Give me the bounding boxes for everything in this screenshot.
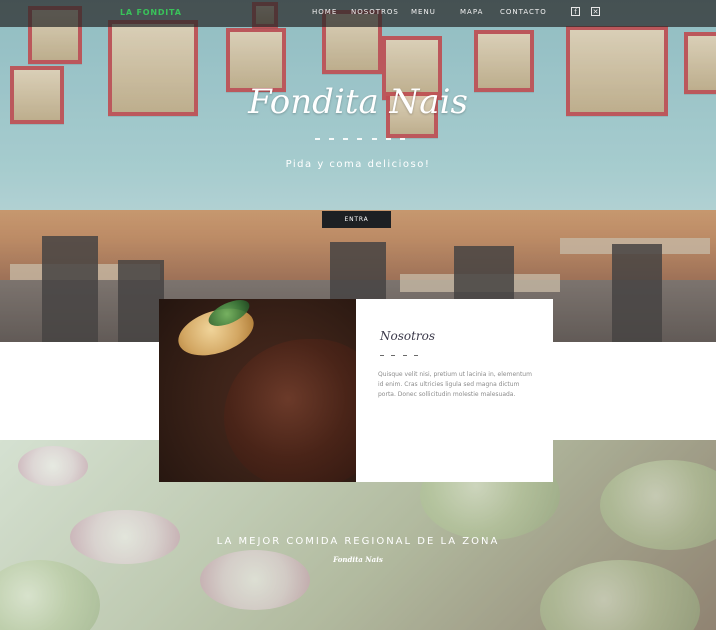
- hero-divider: [315, 138, 405, 140]
- steak-image: [224, 339, 356, 482]
- nav-item-menu[interactable]: MENU: [411, 8, 436, 16]
- hero-section: LA FONDITA HOME NOSOTROS MENU MAPA CONTA…: [0, 0, 716, 342]
- top-navbar: LA FONDITA HOME NOSOTROS MENU MAPA CONTA…: [0, 0, 716, 27]
- close-icon[interactable]: ✕: [591, 7, 600, 16]
- about-card: Nosotros Quisque velit nisi, pretium ut …: [356, 299, 553, 482]
- about-title: Nosotros: [380, 329, 436, 343]
- facebook-icon[interactable]: f: [571, 7, 580, 16]
- footer-brand: Fondita Nais: [333, 555, 383, 564]
- hero-subtitle: Pida y coma delicioso!: [285, 159, 431, 170]
- enter-button[interactable]: ENTRA: [322, 211, 391, 228]
- nav-item-nosotros[interactable]: NOSOTROS: [351, 8, 399, 16]
- hero-overlay: [0, 0, 716, 342]
- about-text: Quisque velit nisi, pretium ut lacinia i…: [378, 371, 532, 398]
- steak-photo: [159, 299, 356, 482]
- nav-item-contacto[interactable]: CONTACTO: [500, 8, 547, 16]
- nav-item-home[interactable]: HOME: [312, 8, 337, 16]
- about-divider: [380, 355, 418, 356]
- nav-item-mapa[interactable]: MAPA: [460, 8, 483, 16]
- footer-tagline: LA MEJOR COMIDA REGIONAL DE LA ZONA: [216, 536, 500, 547]
- brand-logo[interactable]: LA FONDITA: [120, 8, 182, 17]
- hero-title: Fondita Nais: [248, 82, 468, 122]
